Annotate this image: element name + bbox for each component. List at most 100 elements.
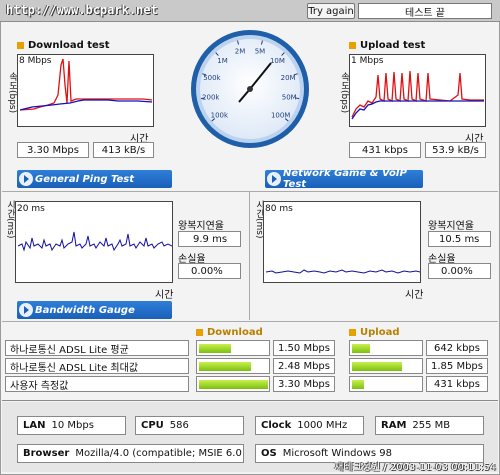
- download-bar-value: 2.48 Mbps: [273, 358, 335, 374]
- divider: [2, 321, 498, 322]
- lan-value: 10 Mbps: [51, 420, 94, 431]
- download-bar-value: 1.50 Mbps: [273, 340, 335, 356]
- test-status: 테스트 끝: [358, 3, 492, 19]
- upload-bar-value: 431 kbps: [426, 376, 488, 392]
- gauge-tick-label: 1M: [217, 57, 228, 65]
- lan-label: LAN: [23, 420, 46, 431]
- orange-square-icon: [349, 329, 356, 336]
- orange-square-icon: [349, 42, 356, 49]
- upload-kbps: 53.9 kB/s: [425, 142, 486, 158]
- os-label: OS: [261, 448, 277, 459]
- ping-test-banner-label: General Ping Test: [35, 173, 135, 185]
- upload-bar: [352, 344, 370, 353]
- bandwidth-row-label: 사용자 측정값: [5, 376, 189, 392]
- gauge-tick-label: 50M: [282, 94, 297, 102]
- bandwidth-gauge-banner[interactable]: Bandwidth Gauge: [17, 301, 172, 319]
- bandwidth-download-header-text: Download: [207, 327, 263, 338]
- game-latency-line: [265, 269, 420, 274]
- speed-gauge: 100k 200k 500k 1M 2M 5M 10M 20M 50M 100M: [189, 28, 311, 150]
- game-voip-banner[interactable]: Network Game & VoIP Test: [265, 168, 423, 190]
- ping-test-banner[interactable]: General Ping Test: [17, 170, 172, 188]
- upload-red-line: [351, 70, 484, 118]
- gauge-tick-label: 100k: [211, 112, 229, 120]
- footer-timestamp: 재테크정원 / 2003-11-03 00:11:54: [334, 462, 496, 473]
- download-title-text: Download test: [28, 40, 110, 51]
- gauge-pivot: [247, 86, 253, 92]
- download-blue-line: [19, 99, 153, 111]
- divider: [2, 400, 498, 401]
- cpu-value: 586: [169, 420, 189, 431]
- divider: [2, 191, 498, 192]
- download-bar-cell: [196, 376, 270, 392]
- game-xlabel: 시간: [405, 290, 424, 301]
- bandwidth-upload-header: Upload: [349, 327, 399, 338]
- arrow-right-icon: [19, 303, 33, 317]
- ping-scale: 20 ms: [17, 204, 45, 214]
- upload-speed: 431 kbps: [349, 142, 421, 158]
- speed-gauge-svg: 100k200k500k1M2M 5M10M20M50M100M: [191, 30, 309, 148]
- ram-label: RAM: [381, 420, 407, 431]
- ping-rtt-value: 9.9 ms: [178, 231, 241, 247]
- site-url[interactable]: http://www.bcpark.net: [6, 3, 158, 17]
- download-red-line: [19, 58, 153, 111]
- bandwidth-row-label: 하나로통신 ADSL Lite 최대값: [5, 358, 189, 374]
- download-bar: [199, 362, 251, 371]
- game-rtt-value: 10.5 ms: [428, 231, 491, 247]
- divider: [249, 192, 250, 320]
- upload-scale: 1 Mbps: [351, 56, 384, 66]
- game-scale: 80 ms: [265, 204, 293, 214]
- game-voip-banner-label: Network Game & VoIP Test: [283, 168, 407, 190]
- upload-bar-cell: [349, 376, 423, 392]
- download-bar: [199, 380, 268, 389]
- download-bar-cell: [196, 358, 270, 374]
- upload-bar-value: 642 kbps: [426, 340, 488, 356]
- ram-value: 255 MB: [412, 420, 451, 431]
- browser-label: Browser: [23, 448, 70, 459]
- ping-loss-value: 0.00%: [178, 263, 241, 279]
- game-graph-svg: [265, 269, 420, 274]
- upload-blue-line: [351, 100, 484, 120]
- clock-info: Clock 1000 MHz: [255, 416, 364, 435]
- ping-graph-svg: [17, 231, 172, 252]
- clock-value: 1000 MHz: [297, 420, 348, 431]
- clock-label: Clock: [261, 420, 292, 431]
- cpu-info: CPU 586: [135, 416, 244, 435]
- bandwidth-upload-header-text: Upload: [360, 327, 400, 338]
- arrow-right-icon: [19, 172, 33, 186]
- gauge-tick-label: 10M: [270, 57, 285, 65]
- gauge-tick-label: 20M: [281, 74, 296, 82]
- bandwidth-gauge-banner-label: Bandwidth Gauge: [35, 304, 135, 316]
- gauge-tick-label: 2M: [235, 47, 246, 55]
- ping-xlabel: 시간: [155, 290, 174, 301]
- ram-info: RAM 255 MB: [375, 416, 484, 435]
- orange-square-icon: [196, 329, 203, 336]
- bandwidth-row-label: 하나로통신 ADSL Lite 평균: [5, 340, 189, 356]
- upload-title: Upload test: [349, 40, 425, 51]
- download-title: Download test: [17, 40, 110, 51]
- gauge-tick-label: 100M: [271, 112, 290, 120]
- upload-bar-value: 1.85 Mbps: [426, 358, 488, 374]
- browser-info: Browser Mozilla/4.0 (compatible; MSIE 6.0: [17, 444, 244, 463]
- download-kbps: 413 kB/s: [93, 142, 154, 158]
- ping-rtt-label: 왕복지연율: [178, 221, 224, 232]
- arrow-right-icon: [267, 172, 281, 186]
- game-loss-value: 0.00%: [428, 263, 491, 279]
- upload-bar-cell: [349, 358, 423, 374]
- download-bar-value: 3.30 Mbps: [273, 376, 335, 392]
- ping-latency-line: [17, 231, 172, 252]
- gauge-tick-label: 5M: [255, 47, 266, 55]
- cpu-label: CPU: [141, 420, 164, 431]
- download-speed: 3.30 Mbps: [17, 142, 89, 158]
- download-bar: [199, 344, 231, 353]
- upload-bar: [352, 362, 403, 371]
- upload-title-text: Upload test: [360, 40, 426, 51]
- try-again-button[interactable]: Try again: [307, 3, 355, 19]
- browser-value: Mozilla/4.0 (compatible; MSIE 6.0: [75, 448, 242, 459]
- upload-bar: [352, 380, 364, 389]
- download-bar-cell: [196, 340, 270, 356]
- lan-info: LAN 10 Mbps: [17, 416, 126, 435]
- bandwidth-download-header: Download: [196, 327, 263, 338]
- orange-square-icon: [17, 42, 24, 49]
- game-rtt-label: 왕복지연율: [428, 221, 474, 232]
- download-scale: 8 Mbps: [19, 56, 52, 66]
